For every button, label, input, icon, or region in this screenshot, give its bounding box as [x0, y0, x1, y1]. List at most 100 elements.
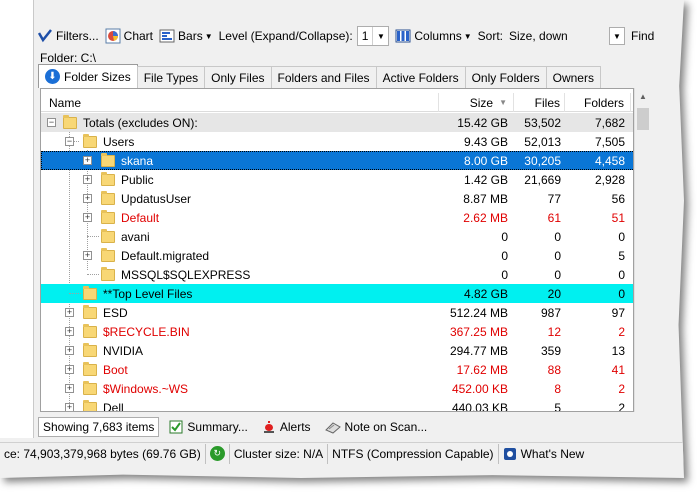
chevron-down-icon: ▼: [204, 31, 213, 41]
level-control: Level (Expand/Collapse): 1 ▼: [216, 25, 393, 47]
expand-icon[interactable]: +: [83, 251, 92, 260]
chart-button[interactable]: Chart: [102, 25, 156, 47]
folder-icon: [101, 153, 115, 167]
table-row-mssql-sqlexpress[interactable]: MSSQL$SQLEXPRESS 0 0 0: [41, 265, 633, 284]
status-bar: ce: 74,903,379,968 bytes (69.76 GB) ↻ Cl…: [0, 442, 684, 464]
table-row-skana[interactable]: + skana 8.00 GB 30,205 4,458: [41, 151, 633, 170]
tree-line: [69, 293, 81, 294]
chevron-down-icon: ▼: [372, 27, 389, 45]
folder-icon: [83, 362, 97, 376]
scrollbar-thumb[interactable]: [637, 108, 649, 130]
tab-only-folders[interactable]: Only Folders: [464, 66, 547, 88]
table-row-totals[interactable]: − Totals (excludes ON): 15.42 GB 53,502 …: [41, 113, 633, 132]
summary-button[interactable]: Summary...: [165, 417, 251, 437]
filters-button[interactable]: Filters...: [34, 25, 102, 47]
table-row-avani[interactable]: avani 0 0 0: [41, 227, 633, 246]
alert-icon: [262, 420, 276, 434]
expand-icon[interactable]: +: [65, 384, 74, 393]
columns-icon: [395, 28, 411, 44]
folder-path: Folder: C:\: [40, 51, 97, 65]
tab-only-files[interactable]: Only Files: [204, 66, 272, 88]
table-row-default-migrated[interactable]: + Default.migrated 0 0 5: [41, 246, 633, 265]
folder-icon: [101, 267, 115, 281]
folder-icon: [83, 134, 97, 148]
note-icon: [324, 420, 341, 434]
bars-button[interactable]: Bars ▼: [156, 25, 216, 47]
collapse-icon[interactable]: −: [65, 137, 74, 146]
folder-icon: [101, 172, 115, 186]
table-row-users[interactable]: − Users 9.43 GB 52,013 7,505: [41, 132, 633, 151]
table-row-windows-ws[interactable]: + $Windows.~WS 452.00 KB 8 2: [41, 379, 633, 398]
table-row-boot[interactable]: + Boot 17.62 MB 88 41: [41, 360, 633, 379]
expand-icon[interactable]: +: [65, 308, 74, 317]
app-window: Filters... Chart Bars ▼ Level (Expand/Col…: [0, 0, 684, 478]
toolbar: Filters... Chart Bars ▼ Level (Expand/Col…: [34, 24, 684, 48]
column-header-name[interactable]: Name: [41, 93, 439, 112]
table-row-top-level-files[interactable]: **Top Level Files 4.82 GB 20 0: [41, 284, 633, 303]
expand-icon[interactable]: +: [83, 194, 92, 203]
folder-icon: [83, 324, 97, 338]
table-row-public[interactable]: + Public 1.42 GB 21,669 2,928: [41, 170, 633, 189]
expand-icon[interactable]: +: [83, 175, 92, 184]
expand-icon[interactable]: +: [83, 156, 92, 165]
table-body: − Totals (excludes ON): 15.42 GB 53,502 …: [41, 113, 633, 411]
file-system: NTFS (Compression Capable): [328, 443, 499, 464]
note-on-scan-button[interactable]: Note on Scan...: [321, 417, 432, 437]
table-row-updatususer[interactable]: + UpdatusUser 8.87 MB 77 56: [41, 189, 633, 208]
find-button[interactable]: Find: [631, 29, 654, 43]
table-row-recycle-bin[interactable]: + $RECYCLE.BIN 367.25 MB 12 2: [41, 322, 633, 341]
free-space-readout: ce: 74,903,379,968 bytes (69.76 GB): [0, 443, 206, 464]
folder-icon: [83, 343, 97, 357]
table-row-default[interactable]: + Default 2.62 MB 61 51: [41, 208, 633, 227]
screenshot-frame: Filters... Chart Bars ▼ Level (Expand/Col…: [0, 0, 697, 493]
info-bar: Showing 7,683 items Summary... Alerts No…: [38, 416, 437, 438]
tab-file-types[interactable]: File Types: [136, 66, 206, 88]
expand-icon[interactable]: +: [65, 365, 74, 374]
cluster-size: Cluster size: N/A: [230, 443, 329, 464]
view-tabs: ⬇ Folder Sizes File Types Only Files Fol…: [38, 64, 601, 88]
folder-icon: [101, 229, 115, 243]
folder-tree-table: Name Size ▼ Files Folders − Totals (exclu…: [40, 88, 634, 412]
expand-icon[interactable]: +: [65, 327, 74, 336]
level-select[interactable]: 1 ▼: [356, 26, 390, 46]
whats-new-button[interactable]: What's New: [499, 444, 589, 464]
column-header-size[interactable]: Size ▼: [439, 93, 514, 112]
whats-new-icon: [503, 447, 517, 461]
tab-active-folders[interactable]: Active Folders: [375, 66, 466, 88]
table-row-nvidia[interactable]: + NVIDIA 294.77 MB 359 13: [41, 341, 633, 360]
table-header: Name Size ▼ Files Folders: [41, 93, 633, 112]
item-count: Showing 7,683 items: [38, 417, 160, 437]
sort-dropdown-button[interactable]: ▼: [609, 27, 626, 45]
tab-folders-and-files[interactable]: Folders and Files: [270, 66, 377, 88]
expand-icon[interactable]: +: [65, 403, 74, 411]
chevron-down-icon: ▼: [463, 31, 472, 41]
expand-icon[interactable]: +: [83, 213, 92, 222]
folder-icon: [63, 115, 77, 129]
refresh-button[interactable]: ↻: [206, 443, 230, 464]
folder-icon: [101, 191, 115, 205]
column-header-folders[interactable]: Folders: [565, 93, 631, 112]
tab-folder-sizes[interactable]: ⬇ Folder Sizes: [38, 64, 138, 88]
columns-button[interactable]: Columns ▼: [392, 25, 474, 47]
tab-owners[interactable]: Owners: [545, 66, 601, 88]
sort-down-icon: ▼: [499, 98, 507, 107]
table-row-esd[interactable]: + ESD 512.24 MB 987 97: [41, 303, 633, 322]
sort-control: Sort: Size, down ▼ Find: [477, 27, 655, 45]
tree-line: [87, 274, 99, 275]
vertical-scrollbar[interactable]: ▲: [634, 88, 651, 412]
column-header-files[interactable]: Files: [514, 93, 565, 112]
table-row-dell[interactable]: + Dell 440.03 KB 5 2: [41, 398, 633, 411]
expand-icon[interactable]: +: [65, 346, 74, 355]
tree-line: [87, 236, 99, 237]
bars-icon: [159, 28, 175, 44]
sort-select[interactable]: Size, down: [509, 29, 609, 43]
collapse-icon[interactable]: −: [47, 118, 56, 127]
folder-icon: [83, 400, 97, 411]
scroll-up-icon[interactable]: ▲: [635, 88, 651, 105]
refresh-icon: ↻: [209, 446, 225, 461]
folder-icon: [83, 381, 97, 395]
download-icon: ⬇: [45, 69, 60, 84]
filter-icon: [37, 28, 53, 44]
alerts-button[interactable]: Alerts: [258, 417, 315, 437]
chart-icon: [105, 28, 121, 44]
